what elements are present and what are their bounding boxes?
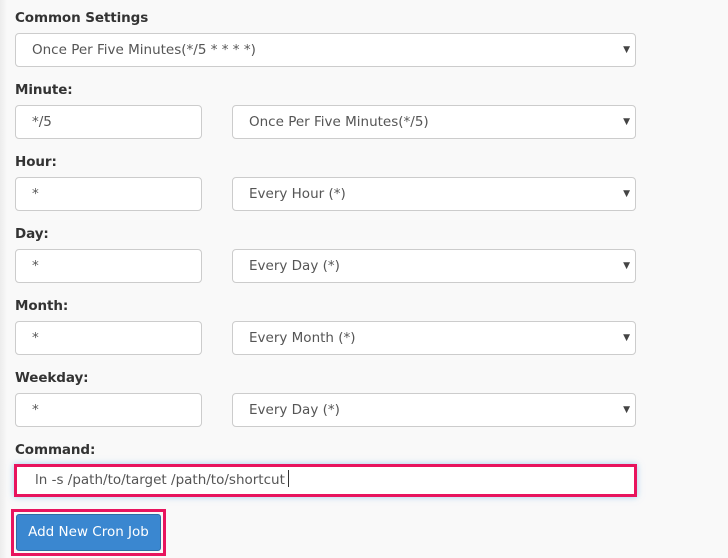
minute-select[interactable]: Once Per Five Minutes(*/5) ▼	[232, 105, 636, 139]
month-select-value: Every Month (*)	[249, 330, 356, 346]
add-new-cron-job-button[interactable]: Add New Cron Job	[16, 514, 161, 551]
common-settings-label: Common Settings	[15, 10, 149, 26]
month-select[interactable]: Every Month (*) ▼	[232, 321, 636, 355]
hour-input[interactable]: *	[15, 177, 202, 211]
weekday-select[interactable]: Every Day (*) ▼	[232, 393, 636, 427]
dropdown-arrow-icon: ▼	[623, 261, 630, 271]
submit-highlight-box: Add New Cron Job	[11, 509, 166, 556]
minute-select-value: Once Per Five Minutes(*/5)	[249, 114, 429, 130]
minute-input[interactable]: */5	[15, 105, 202, 139]
hour-label: Hour:	[15, 154, 57, 170]
day-input[interactable]: *	[15, 249, 202, 283]
month-input[interactable]: *	[15, 321, 202, 355]
hour-select[interactable]: Every Hour (*) ▼	[232, 177, 636, 211]
dropdown-arrow-icon: ▼	[623, 45, 630, 55]
weekday-select-value: Every Day (*)	[249, 402, 340, 418]
dropdown-arrow-icon: ▼	[623, 405, 630, 415]
weekday-label: Weekday:	[15, 370, 89, 386]
page-edge-shadow	[0, 0, 7, 558]
minute-label: Minute:	[15, 82, 73, 98]
dropdown-arrow-icon: ▼	[623, 117, 630, 127]
day-label: Day:	[15, 226, 49, 242]
command-highlight-box: ln -s /path/to/target /path/to/shortcut	[14, 464, 637, 497]
weekday-input[interactable]: *	[15, 393, 202, 427]
dropdown-arrow-icon: ▼	[623, 189, 630, 199]
day-select-value: Every Day (*)	[249, 258, 340, 274]
common-settings-value: Once Per Five Minutes(*/5 * * * *)	[32, 42, 256, 58]
day-select[interactable]: Every Day (*) ▼	[232, 249, 636, 283]
hour-select-value: Every Hour (*)	[249, 186, 346, 202]
text-caret	[287, 470, 289, 487]
dropdown-arrow-icon: ▼	[623, 333, 630, 343]
command-value: ln -s /path/to/target /path/to/shortcut	[35, 472, 285, 488]
command-label: Command:	[15, 442, 96, 458]
command-input[interactable]: ln -s /path/to/target /path/to/shortcut	[20, 467, 634, 494]
month-label: Month:	[15, 298, 69, 314]
common-settings-select[interactable]: Once Per Five Minutes(*/5 * * * *) ▼	[15, 33, 636, 67]
